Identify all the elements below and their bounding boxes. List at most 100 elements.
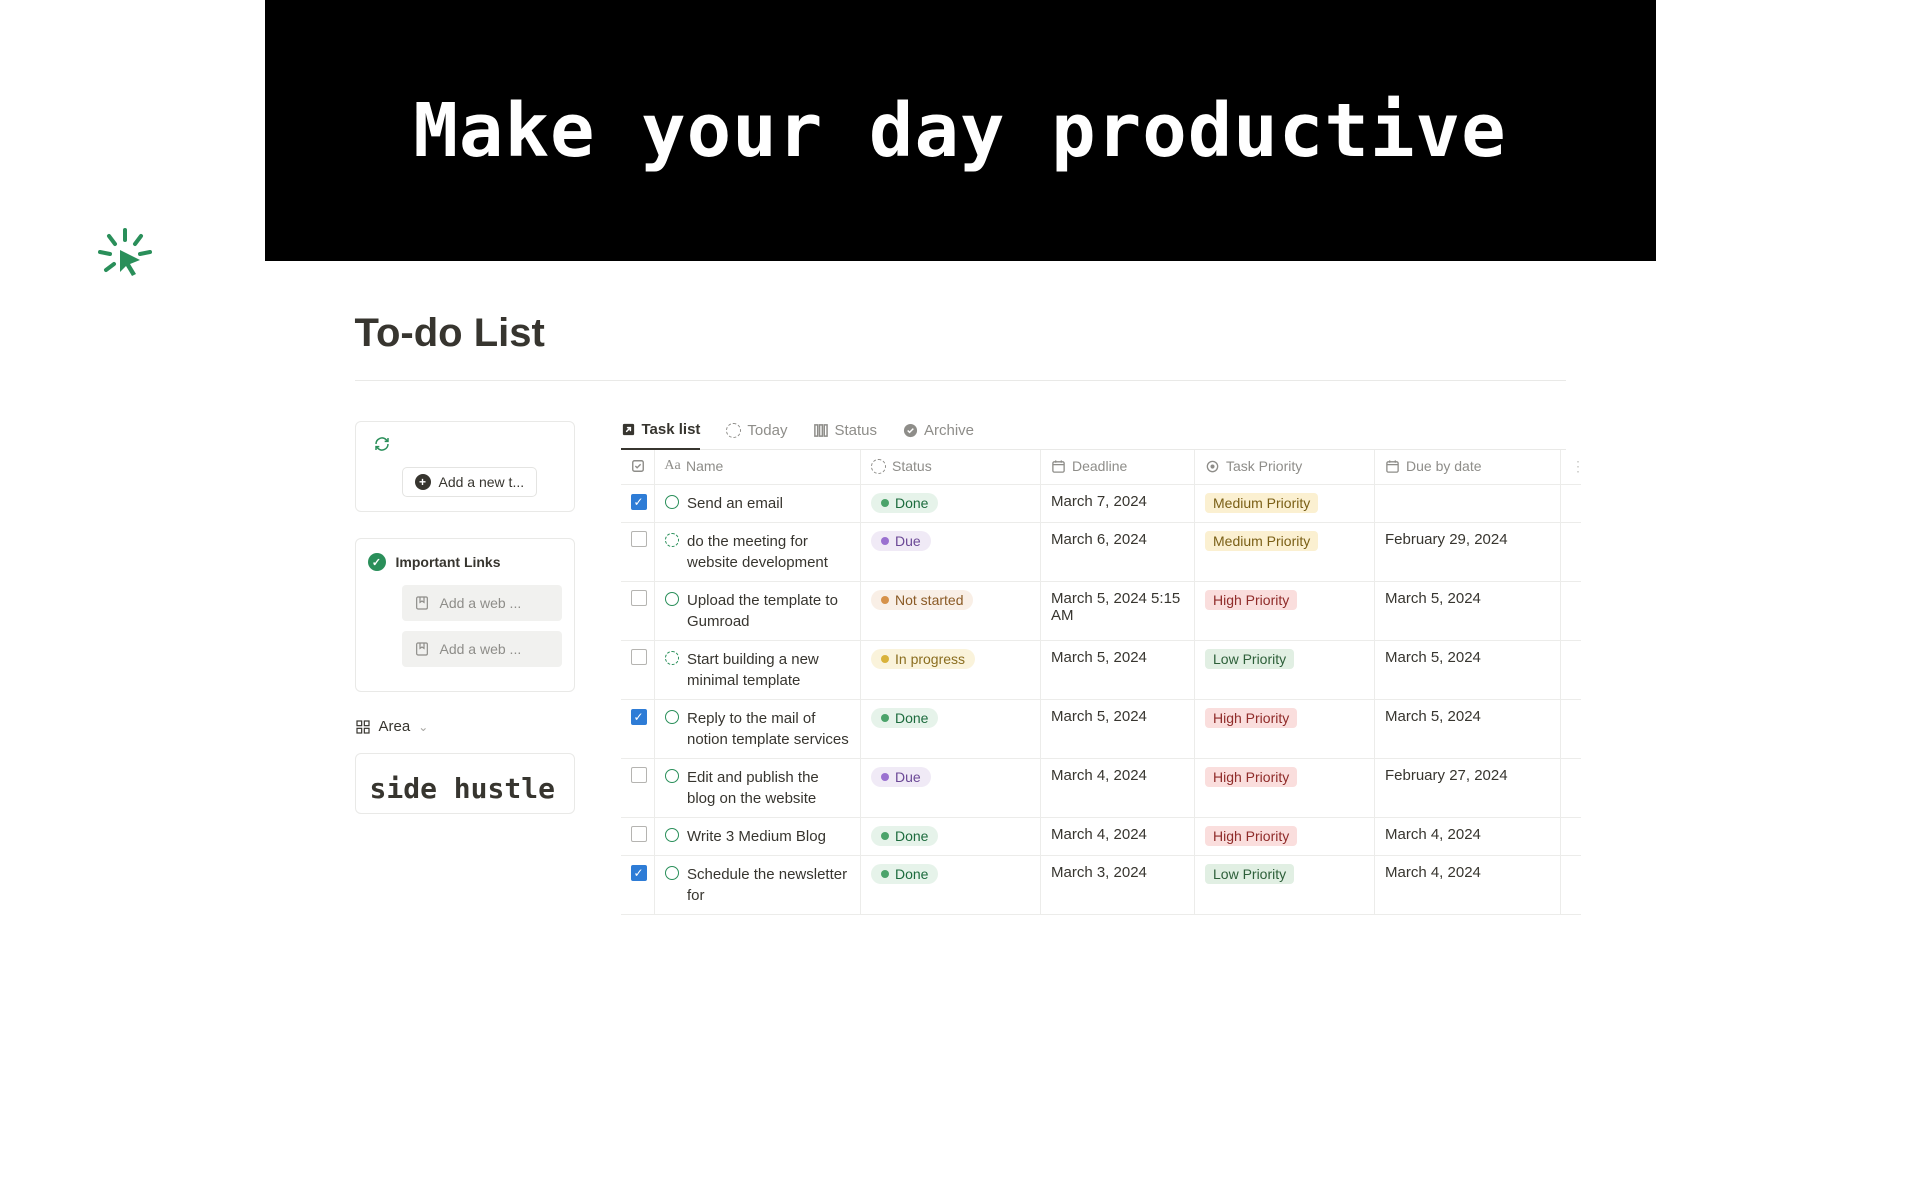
status-pill[interactable]: Done [871, 493, 938, 513]
col-header-deadline[interactable]: Deadline [1041, 450, 1195, 484]
status-circle-icon [665, 533, 679, 547]
add-task-card: + Add a new t... [355, 421, 575, 512]
priority-tag[interactable]: Medium Priority [1205, 531, 1318, 551]
view-tabs: Task list Today Status Archive [621, 421, 1566, 450]
deadline-value: March 5, 2024 5:15 AM [1051, 590, 1180, 624]
status-dot-icon [881, 714, 889, 722]
row-checkbox[interactable] [631, 767, 647, 783]
row-checkbox[interactable] [631, 649, 647, 665]
priority-tag[interactable]: Low Priority [1205, 864, 1294, 884]
status-circle-icon [665, 592, 679, 606]
table-row[interactable]: Upload the template to GumroadNot starte… [621, 581, 1582, 640]
important-links-header: ✓ Important Links [368, 553, 562, 571]
tab-label: Archive [924, 422, 974, 439]
tab-tasklist[interactable]: Task list [621, 421, 701, 450]
page-title[interactable]: To-do List [355, 311, 1566, 356]
due-by-value: March 5, 2024 [1385, 708, 1481, 725]
deadline-value: March 4, 2024 [1051, 826, 1147, 843]
area-view-selector[interactable]: Area ⌄ [355, 718, 575, 735]
col-header-name[interactable]: AaName [655, 450, 861, 484]
due-by-value: February 27, 2024 [1385, 767, 1508, 784]
add-new-task-button[interactable]: + Add a new t... [402, 467, 538, 497]
status-pill[interactable]: Due [871, 531, 931, 551]
row-checkbox[interactable] [631, 590, 647, 606]
priority-tag[interactable]: High Priority [1205, 708, 1297, 728]
deadline-value: March 7, 2024 [1051, 493, 1147, 510]
priority-tag[interactable]: Medium Priority [1205, 493, 1318, 513]
col-header-due-by[interactable]: Due by date [1375, 450, 1561, 484]
status-pill[interactable]: Done [871, 864, 938, 884]
status-pill[interactable]: Done [871, 826, 938, 846]
deadline-value: March 5, 2024 [1051, 649, 1147, 666]
status-circle-icon [665, 769, 679, 783]
priority-tag[interactable]: High Priority [1205, 767, 1297, 787]
table-row[interactable]: ✓Schedule the newsletter forDoneMarch 3,… [621, 855, 1582, 914]
col-header-checkbox[interactable] [621, 450, 655, 484]
priority-tag[interactable]: High Priority [1205, 826, 1297, 846]
task-name: Edit and publish the blog on the website [687, 767, 850, 809]
priority-tag[interactable]: High Priority [1205, 590, 1297, 610]
status-label: Done [895, 866, 928, 882]
task-name: Schedule the newsletter for [687, 864, 850, 906]
add-web-bookmark-1[interactable]: Add a web ... [402, 585, 562, 621]
status-pill[interactable]: Done [871, 708, 938, 728]
task-name: Write 3 Medium Blog [687, 826, 826, 847]
tab-label: Today [747, 422, 787, 439]
table-row[interactable]: Edit and publish the blog on the website… [621, 758, 1582, 817]
important-links-title: Important Links [396, 554, 501, 570]
tab-status[interactable]: Status [813, 422, 877, 449]
status-pill[interactable]: Not started [871, 590, 973, 610]
row-checkbox[interactable]: ✓ [631, 865, 647, 881]
add-web-label: Add a web ... [440, 641, 522, 657]
check-circle-icon: ✓ [368, 553, 386, 571]
table-row[interactable]: ✓Send an emailDoneMarch 7, 2024Medium Pr… [621, 484, 1582, 522]
refresh-icon [374, 436, 562, 457]
status-label: Done [895, 828, 928, 844]
row-checkbox[interactable] [631, 826, 647, 842]
gallery-icon [355, 719, 371, 735]
row-checkbox[interactable]: ✓ [631, 709, 647, 725]
table-row[interactable]: Start building a new minimal template In … [621, 640, 1582, 699]
side-hustle-card[interactable]: side hustle [355, 753, 575, 814]
status-tab-icon [813, 423, 828, 438]
status-pill[interactable]: Due [871, 767, 931, 787]
due-by-value: March 4, 2024 [1385, 826, 1481, 843]
row-checkbox[interactable] [631, 531, 647, 547]
status-circle-icon [665, 828, 679, 842]
plus-circle-icon: + [415, 474, 431, 490]
row-checkbox[interactable]: ✓ [631, 494, 647, 510]
sidebar: + Add a new t... ✓ Important Links Add a… [355, 421, 575, 915]
status-circle-icon [665, 495, 679, 509]
table-row[interactable]: ✓ Reply to the mail of notion template se… [621, 699, 1582, 758]
checkbox-icon [631, 459, 645, 473]
add-web-bookmark-2[interactable]: Add a web ... [402, 631, 562, 667]
text-icon: Aa [665, 459, 680, 474]
status-dot-icon [881, 537, 889, 545]
status-dot-icon [881, 655, 889, 663]
task-name: Start building a new minimal template [687, 649, 850, 691]
col-header-priority[interactable]: Task Priority [1195, 450, 1375, 484]
task-name: Reply to the mail of notion template ser… [687, 708, 850, 750]
tab-archive[interactable]: Archive [903, 422, 974, 449]
more-icon: ⋮ [1571, 458, 1585, 474]
priority-tag[interactable]: Low Priority [1205, 649, 1294, 669]
status-dot-icon [881, 832, 889, 840]
due-by-value: February 29, 2024 [1385, 531, 1508, 548]
calendar-icon [1051, 459, 1066, 474]
chevron-down-icon: ⌄ [418, 720, 428, 734]
tab-today[interactable]: Today [726, 422, 787, 449]
status-label: Not started [895, 592, 963, 608]
page-icon-cursor-burst[interactable] [96, 226, 154, 284]
col-header-more[interactable]: ⋮ [1561, 450, 1582, 484]
status-label: Done [895, 710, 928, 726]
task-name: do the meeting for website development [687, 531, 850, 573]
bookmark-icon [414, 641, 430, 657]
bookmark-icon [414, 595, 430, 611]
today-tab-icon [726, 423, 741, 438]
col-header-status[interactable]: Status [861, 450, 1041, 484]
deadline-value: March 6, 2024 [1051, 531, 1147, 548]
add-new-task-label: Add a new t... [439, 474, 525, 490]
table-row[interactable]: Write 3 Medium Blog Done March 4, 2024 High… [621, 817, 1582, 855]
status-pill[interactable]: In progress [871, 649, 975, 669]
table-row[interactable]: do the meeting for website development Du… [621, 522, 1582, 581]
